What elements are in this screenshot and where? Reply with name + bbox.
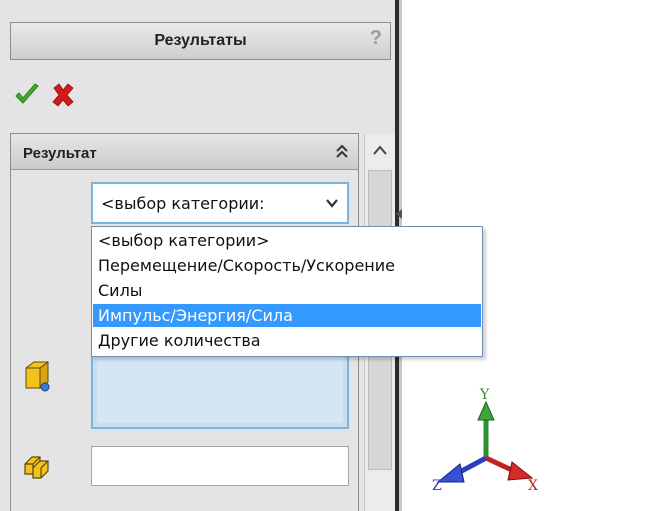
coordinate-triad: Y X Z — [432, 387, 538, 494]
dropdown-option[interactable]: Перемещение/Скорость/Ускорение — [93, 254, 481, 277]
chevron-up-icon — [373, 145, 387, 155]
panel-title: Результаты — [154, 32, 247, 49]
z-axis-label: Z — [432, 478, 442, 494]
y-axis-arrow — [477, 400, 495, 421]
cancel-button[interactable] — [50, 82, 76, 108]
ok-button[interactable] — [14, 82, 40, 108]
z-axis-arrow — [436, 463, 465, 483]
help-icon[interactable]: ? — [370, 27, 382, 50]
x-axis-label: X — [528, 478, 538, 494]
panel-title-bar: Результаты ? — [10, 22, 391, 60]
selection-list[interactable] — [91, 345, 349, 429]
scroll-up-button[interactable] — [365, 134, 395, 168]
chevron-down-icon — [326, 199, 338, 208]
section-title: Результат — [23, 145, 97, 162]
double-chevron-up-icon[interactable] — [334, 142, 350, 162]
close-icon — [52, 83, 74, 107]
secondary-selection-field[interactable] — [91, 446, 349, 486]
category-select-value: <выбор категории: — [101, 194, 265, 213]
result-section-header[interactable]: Результат — [11, 134, 358, 170]
dropdown-option-selected[interactable]: Импульс/Энергия/Сила — [93, 304, 481, 327]
edges-icon — [24, 456, 49, 479]
dropdown-option[interactable]: <выбор категории> — [93, 229, 481, 252]
dropdown-option[interactable]: Другие количества — [93, 329, 481, 352]
part-icon — [25, 361, 50, 392]
category-select[interactable]: <выбор категории: — [91, 182, 349, 224]
y-axis-label: Y — [479, 387, 490, 403]
selection-list-body — [97, 351, 343, 423]
category-dropdown-list[interactable]: <выбор категории> Перемещение/Скорость/У… — [91, 226, 483, 357]
checkmark-icon — [15, 83, 39, 104]
dropdown-option[interactable]: Силы — [93, 279, 481, 302]
